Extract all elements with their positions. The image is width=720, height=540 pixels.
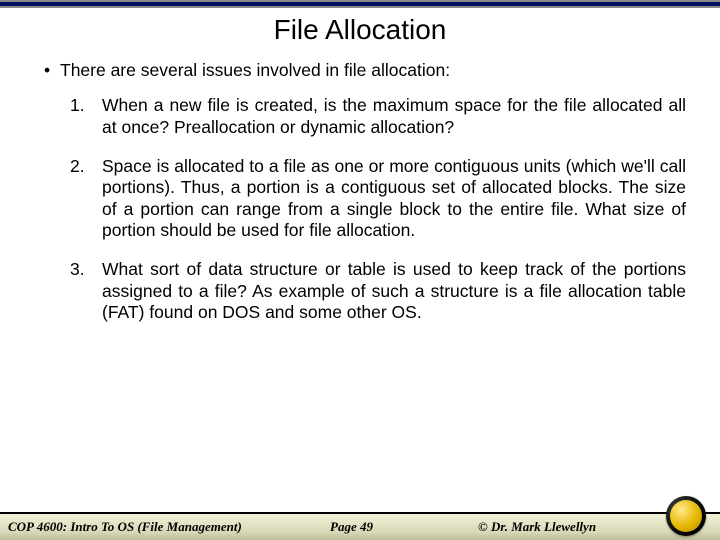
logo-outer-circle [666,496,706,536]
item-number: 2. [70,156,102,241]
item-text: When a new file is created, is the maxim… [102,95,686,138]
slide-title: File Allocation [0,8,720,60]
footer-bar: COP 4600: Intro To OS (File Management) … [0,512,720,540]
slide-body: • There are several issues involved in f… [0,60,720,540]
numbered-item-1: 1. When a new file is created, is the ma… [70,95,686,138]
bullet-text: There are several issues involved in fil… [60,60,686,81]
ucf-logo [666,496,710,540]
item-number: 1. [70,95,102,138]
logo-inner-circle [670,500,702,532]
footer-course: COP 4600: Intro To OS (File Management) [0,519,330,535]
numbered-item-3: 3. What sort of data structure or table … [70,259,686,323]
item-number: 3. [70,259,102,323]
bullet-item: • There are several issues involved in f… [44,60,686,81]
item-text: What sort of data structure or table is … [102,259,686,323]
numbered-item-2: 2. Space is allocated to a file as one o… [70,156,686,241]
top-accent-bar [0,0,720,8]
bullet-marker: • [44,60,60,81]
item-text: Space is allocated to a file as one or m… [102,156,686,241]
slide: File Allocation • There are several issu… [0,0,720,540]
footer-page: Page 49 [330,519,460,535]
